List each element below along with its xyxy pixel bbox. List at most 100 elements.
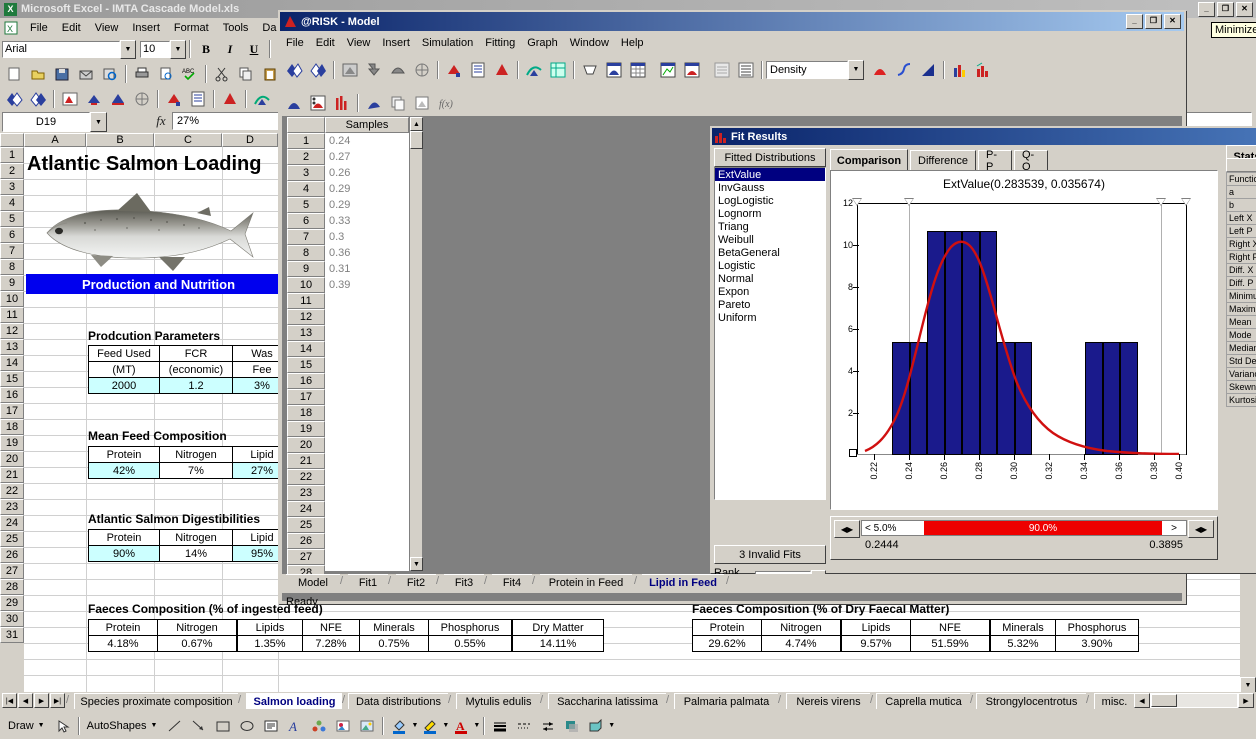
sample-value-1[interactable]: 0.24 [325, 133, 409, 149]
sample-row-2[interactable]: 2 [287, 149, 325, 165]
diagram-tool-icon[interactable] [308, 715, 331, 736]
shadow-style-icon[interactable] [561, 715, 584, 736]
sample-row-3[interactable]: 3 [287, 165, 325, 181]
risk-data-grid-icon[interactable] [627, 59, 649, 80]
risk-graph-window-icon[interactable] [339, 59, 361, 80]
samples-column-header[interactable]: Samples [325, 117, 409, 133]
risk-insert-function-icon[interactable] [59, 88, 81, 110]
sheet-tab-data-distributions[interactable]: Data distributions [348, 693, 448, 709]
fitted-distributions-list[interactable]: ExtValue InvGauss LogLogistic Lognorm Tr… [714, 167, 826, 500]
row-header-17[interactable]: 17 [0, 403, 24, 419]
font-color-icon[interactable]: A [450, 715, 473, 736]
delimiter-bar[interactable]: ◀▶ < 5.0% 90.0% > ◀▶ 0.2444 0.3895 [830, 516, 1218, 560]
last-sheet-button[interactable]: ▶| [50, 693, 65, 708]
row-header-7[interactable]: 7 [0, 243, 24, 259]
samples-vertical-scrollbar[interactable]: ▲ ▼ [409, 117, 423, 571]
distribution-item-invgauss[interactable]: InvGauss [715, 181, 825, 194]
excel-window-buttons[interactable]: _ ❐ ✕ [1198, 2, 1253, 17]
risk-add-output-icon[interactable] [163, 88, 185, 110]
font-name-dropdown-icon[interactable]: ▼ [120, 39, 136, 59]
row-header-4[interactable]: 4 [0, 195, 24, 211]
tab-pp[interactable]: P-P [978, 149, 1012, 173]
sample-row-24[interactable]: 24 [287, 501, 325, 517]
risk-minimize-button[interactable]: _ [1126, 14, 1143, 29]
sample-value-10[interactable]: 0.39 [325, 277, 409, 293]
sample-value-4[interactable]: 0.29 [325, 181, 409, 197]
distribution-item-expon[interactable]: Expon [715, 285, 825, 298]
risk-tab-fit4[interactable]: Fit4 [492, 574, 532, 591]
line-tool-icon[interactable] [164, 715, 187, 736]
font-size-dropdown-icon[interactable]: ▼ [170, 39, 186, 59]
row-header-26[interactable]: 26 [0, 547, 24, 563]
samples-grid[interactable]: Samples 1 2 3 4 5 6 7 8 9 10 11 12 13 14… [286, 116, 423, 581]
ellipse-tool-icon[interactable] [236, 715, 259, 736]
sample-row-23[interactable]: 23 [287, 485, 325, 501]
sheet-tab-mytulis-edulis[interactable]: Mytulis edulis [456, 693, 540, 709]
prod-value-feed-used[interactable]: 2000 [88, 377, 160, 394]
row-header-22[interactable]: 22 [0, 483, 24, 499]
excel-menu-format[interactable]: Format [167, 20, 216, 36]
row-header-1[interactable]: 1 [0, 147, 24, 163]
risk-add-output-toolbar-icon[interactable] [443, 59, 465, 80]
fd-value-phosphorus[interactable]: 3.90% [1055, 635, 1139, 652]
risk-cumulative-graph-icon[interactable] [893, 59, 915, 80]
excel-menu-insert[interactable]: Insert [125, 20, 167, 36]
sample-row-20[interactable]: 20 [287, 437, 325, 453]
tab-qq[interactable]: Q-Q [1014, 149, 1048, 173]
distribution-item-weibull[interactable]: Weibull [715, 233, 825, 246]
3d-dropdown-icon[interactable]: ▼ [608, 722, 615, 729]
dash-style-icon[interactable] [513, 715, 536, 736]
arrow-tool-icon[interactable] [188, 715, 211, 736]
risk-bars-icon[interactable] [331, 92, 353, 114]
risk-tab-bar[interactable]: Model / Fit1 / Fit2 / Fit3 / Fit4 / Prot… [282, 574, 1182, 593]
fi-value-protein[interactable]: 4.18% [88, 635, 158, 652]
insert-picture-icon[interactable] [356, 715, 379, 736]
risk-chart-bowl-icon[interactable] [579, 59, 601, 80]
row-header-14[interactable]: 14 [0, 355, 24, 371]
sheet-horizontal-scrollbar[interactable]: ◀ ▶ [1134, 693, 1254, 708]
risk-dist-artist-icon[interactable] [283, 92, 305, 114]
risk-truncate-icon[interactable] [307, 92, 329, 114]
row-header-23[interactable]: 23 [0, 499, 24, 515]
row-header-6[interactable]: 6 [0, 227, 24, 243]
mfc-value-nitrogen[interactable]: 7% [159, 462, 233, 479]
sample-row-16[interactable]: 16 [287, 373, 325, 389]
new-file-button[interactable] [3, 63, 25, 84]
search-button[interactable] [99, 63, 121, 84]
fd-value-protein[interactable]: 29.62% [692, 635, 762, 652]
sample-row-9[interactable]: 9 [287, 261, 325, 277]
row-header-31[interactable]: 31 [0, 627, 24, 643]
name-box[interactable]: D19 [2, 112, 90, 132]
cut-button[interactable] [211, 63, 233, 84]
fd-value-lipids[interactable]: 9.57% [840, 635, 911, 652]
sample-value-8[interactable]: 0.36 [325, 245, 409, 261]
risk-menu-fitting[interactable]: Fitting [479, 35, 521, 51]
graph-type-dropdown-icon[interactable]: ▼ [848, 59, 864, 80]
risk-fit-manager-icon[interactable] [547, 59, 569, 80]
email-button[interactable] [75, 63, 97, 84]
sample-row-7[interactable]: 7 [287, 229, 325, 245]
fd-value-minerals[interactable]: 5.32% [989, 635, 1056, 652]
graph-type-select[interactable]: Density [766, 60, 848, 79]
name-box-dropdown-icon[interactable]: ▼ [90, 112, 107, 132]
hscroll-right-icon[interactable]: ▶ [1238, 693, 1254, 708]
risk-density-graph-icon[interactable] [869, 59, 891, 80]
font-color-dropdown-icon[interactable]: ▼ [473, 722, 480, 729]
risk-menu-window[interactable]: Window [564, 35, 615, 51]
font-name-input[interactable]: Arial [2, 40, 120, 58]
distribution-item-uniform[interactable]: Uniform [715, 311, 825, 324]
hscroll-left-icon[interactable]: ◀ [1134, 693, 1150, 708]
row-header-11[interactable]: 11 [0, 307, 24, 323]
sheet-tab-misc[interactable]: misc. [1094, 693, 1134, 709]
row-header-10[interactable]: 10 [0, 291, 24, 307]
risk-ascending-graph-icon[interactable] [917, 59, 939, 80]
risk-menu-file[interactable]: File [280, 35, 310, 51]
draw-menu-button[interactable]: Draw [4, 720, 38, 732]
risk-list-icon[interactable] [467, 59, 489, 80]
sample-value-6[interactable]: 0.33 [325, 213, 409, 229]
distribution-item-loglogistic[interactable]: LogLogistic [715, 194, 825, 207]
rectangle-tool-icon[interactable] [212, 715, 235, 736]
sample-row-21[interactable]: 21 [287, 453, 325, 469]
risk-restore-button[interactable]: ❐ [1145, 14, 1162, 29]
scroll-down-icon[interactable]: ▼ [1240, 677, 1256, 693]
